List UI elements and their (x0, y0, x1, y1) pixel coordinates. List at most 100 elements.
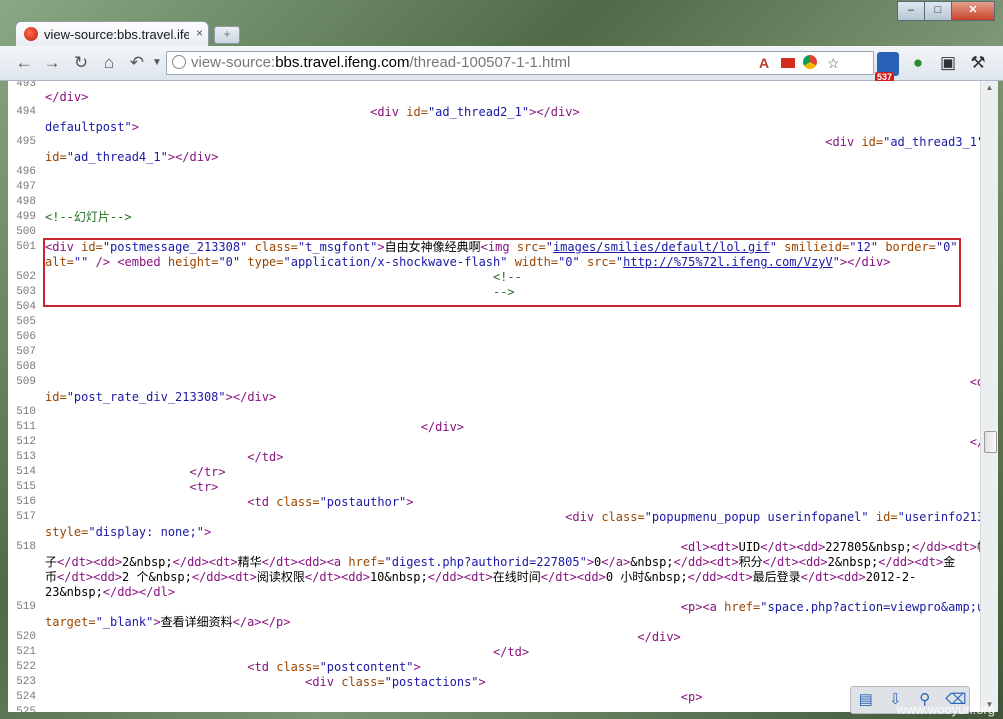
source-line: 23&nbsp;</dd></dl> (8, 585, 980, 600)
line-number: 515 (16, 481, 36, 493)
line-number: 513 (16, 451, 36, 463)
new-tab-button[interactable]: + (214, 26, 240, 44)
source-line: id="post_rate_div_213308"></div> (8, 390, 980, 405)
translate-icon[interactable]: A (759, 55, 769, 71)
browser-tab[interactable]: view-source:bbs.travel.ife × (15, 21, 209, 47)
source-line: 508 (8, 360, 980, 375)
source-line: 515 <tr> (8, 480, 980, 495)
line-number: 516 (16, 496, 36, 508)
browser-toolbar: ← → ↻ ⌂ ↶ ▼ view-source:bbs.travel.ifeng… (0, 46, 1003, 82)
source-line: 523 <div class="postactions"> (8, 675, 980, 690)
source-line: 499 <!--幻灯片--> (8, 210, 980, 225)
minimize-button[interactable]: – (897, 1, 925, 21)
line-number: 502 (16, 271, 36, 283)
source-line: 507 (8, 345, 980, 360)
home-icon[interactable]: ⌂ (99, 53, 119, 73)
extension-badge-icon[interactable]: 537 (875, 52, 899, 82)
china-flag-icon[interactable] (781, 58, 795, 68)
source-line: 516 <td class="postauthor"> (8, 495, 980, 510)
line-number: 519 (16, 601, 36, 613)
line-number: 500 (16, 226, 36, 238)
wrench-icon[interactable]: ⚒ (968, 53, 988, 73)
watermark: www.wooyun.org (896, 702, 995, 717)
source-line: 521 </td> (8, 645, 980, 660)
source-line: defaultpost"> (8, 120, 980, 135)
source-line: id="ad_thread4_1"></div> (8, 150, 980, 165)
source-line: 520 </div> (8, 630, 980, 645)
tab-close-icon[interactable]: × (196, 26, 203, 40)
address-bar[interactable]: view-source:bbs.travel.ifeng.com/thread-… (166, 51, 874, 75)
source-code-text: 币</dt><dd>2 个&nbsp;</dd><dt>阅读权限</dt><dd… (45, 570, 917, 584)
source-line: 509 <div (8, 375, 980, 390)
source-code-text: </tr> (189, 465, 226, 479)
source-line: target="_blank">查看详细资料</a></p> (8, 615, 980, 630)
undo-history-icon[interactable]: ↶ (127, 53, 147, 73)
window-icon[interactable]: ▤ (857, 691, 875, 709)
close-window-button[interactable]: ✕ (951, 1, 995, 21)
source-code-text: </div> (969, 435, 980, 449)
source-line: 511 </div> (8, 420, 980, 435)
source-line: 子</dt><dd>2&nbsp;</dd><dt>精华</dt><dd><a … (8, 555, 980, 570)
source-code-text: </div> (45, 90, 89, 104)
line-number: 514 (16, 466, 36, 478)
url-path: /thread-100507-1-1.html (409, 54, 571, 71)
line-number: 522 (16, 661, 36, 673)
source-code-text: <td class="postcontent"> (247, 660, 421, 674)
source-line: 497 (8, 180, 980, 195)
title-bar: view-source:bbs.travel.ife × + – □ ✕ (0, 0, 1003, 47)
vertical-scrollbar[interactable]: ▲ ▼ (980, 81, 998, 712)
source-code-text: <div id="ad_thread2_1"></div> <div class… (370, 105, 580, 119)
scroll-thumb[interactable] (984, 431, 997, 453)
source-line: 496 (8, 165, 980, 180)
forward-arrow-icon[interactable]: → (42, 53, 62, 73)
line-number: 524 (16, 691, 36, 703)
globe-extension-icon[interactable]: ● (908, 53, 928, 73)
source-line: 513 </td> (8, 450, 980, 465)
source-line: </div> (8, 90, 980, 105)
line-number: 512 (16, 436, 36, 448)
source-code-text: <!--幻灯片--> (45, 210, 132, 224)
url-text[interactable]: view-source:bbs.travel.ifeng.com/thread-… (191, 54, 570, 71)
maximize-button[interactable]: □ (924, 1, 952, 21)
source-code-text: </div> (637, 630, 681, 644)
line-number: 508 (16, 361, 36, 373)
source-code-text: <p> (680, 690, 703, 704)
source-code-text: <td class="postauthor"> (247, 495, 414, 509)
line-number: 507 (16, 346, 36, 358)
source-code-text: target="_blank">查看详细资料</a></p> (45, 615, 291, 629)
source-line: 519 <p><a href="space.php?action=viewpro… (8, 600, 980, 615)
line-number: 494 (16, 106, 36, 118)
source-line: style="display: none;"> (8, 525, 980, 540)
source-line: 505 (8, 315, 980, 330)
line-number: 504 (16, 301, 36, 313)
line-number: 511 (16, 421, 36, 433)
line-number: 495 (16, 136, 36, 148)
source-line: 506 (8, 330, 980, 345)
source-code-text: <p><a href="space.php?action=viewpro&amp… (680, 600, 980, 614)
chevron-down-icon[interactable]: ▼ (147, 53, 167, 73)
chrome-icon[interactable] (803, 55, 817, 69)
source-code-text: <div (969, 375, 980, 389)
window-controls: – □ ✕ (897, 1, 995, 21)
source-code-text: defaultpost"> (45, 120, 139, 134)
line-number: 509 (16, 376, 36, 388)
line-number: 525 (16, 706, 36, 712)
source-code-text: <dl><dt>UID</dt><dd>227805&nbsp;</dd><dt… (680, 540, 980, 554)
scroll-up-icon[interactable]: ▲ (981, 81, 998, 95)
page-info-icon[interactable] (172, 55, 186, 69)
line-number: 520 (16, 631, 36, 643)
source-code-text: id="ad_thread4_1"></div> (45, 150, 219, 164)
back-arrow-icon[interactable]: ← (14, 53, 34, 73)
source-code-text: </td> (492, 645, 530, 659)
reload-icon[interactable]: ↻ (71, 53, 91, 73)
tab-title: view-source:bbs.travel.ife (44, 27, 189, 42)
star-bookmark-icon[interactable]: ☆ (827, 55, 840, 72)
line-number: 518 (16, 541, 36, 553)
source-code-text: </td> (247, 450, 284, 464)
url-prefix: view-source: (191, 54, 276, 71)
source-line: 510 (8, 405, 980, 420)
page-menu-icon[interactable]: ▣ (938, 53, 958, 73)
source-code-text: </div> (420, 420, 465, 434)
source-line: 494 <div id="ad_thread2_1"></div> <div c… (8, 105, 980, 120)
source-view: 493 </div> 494 <div id="ad_thread2_1"></di… (8, 81, 980, 712)
